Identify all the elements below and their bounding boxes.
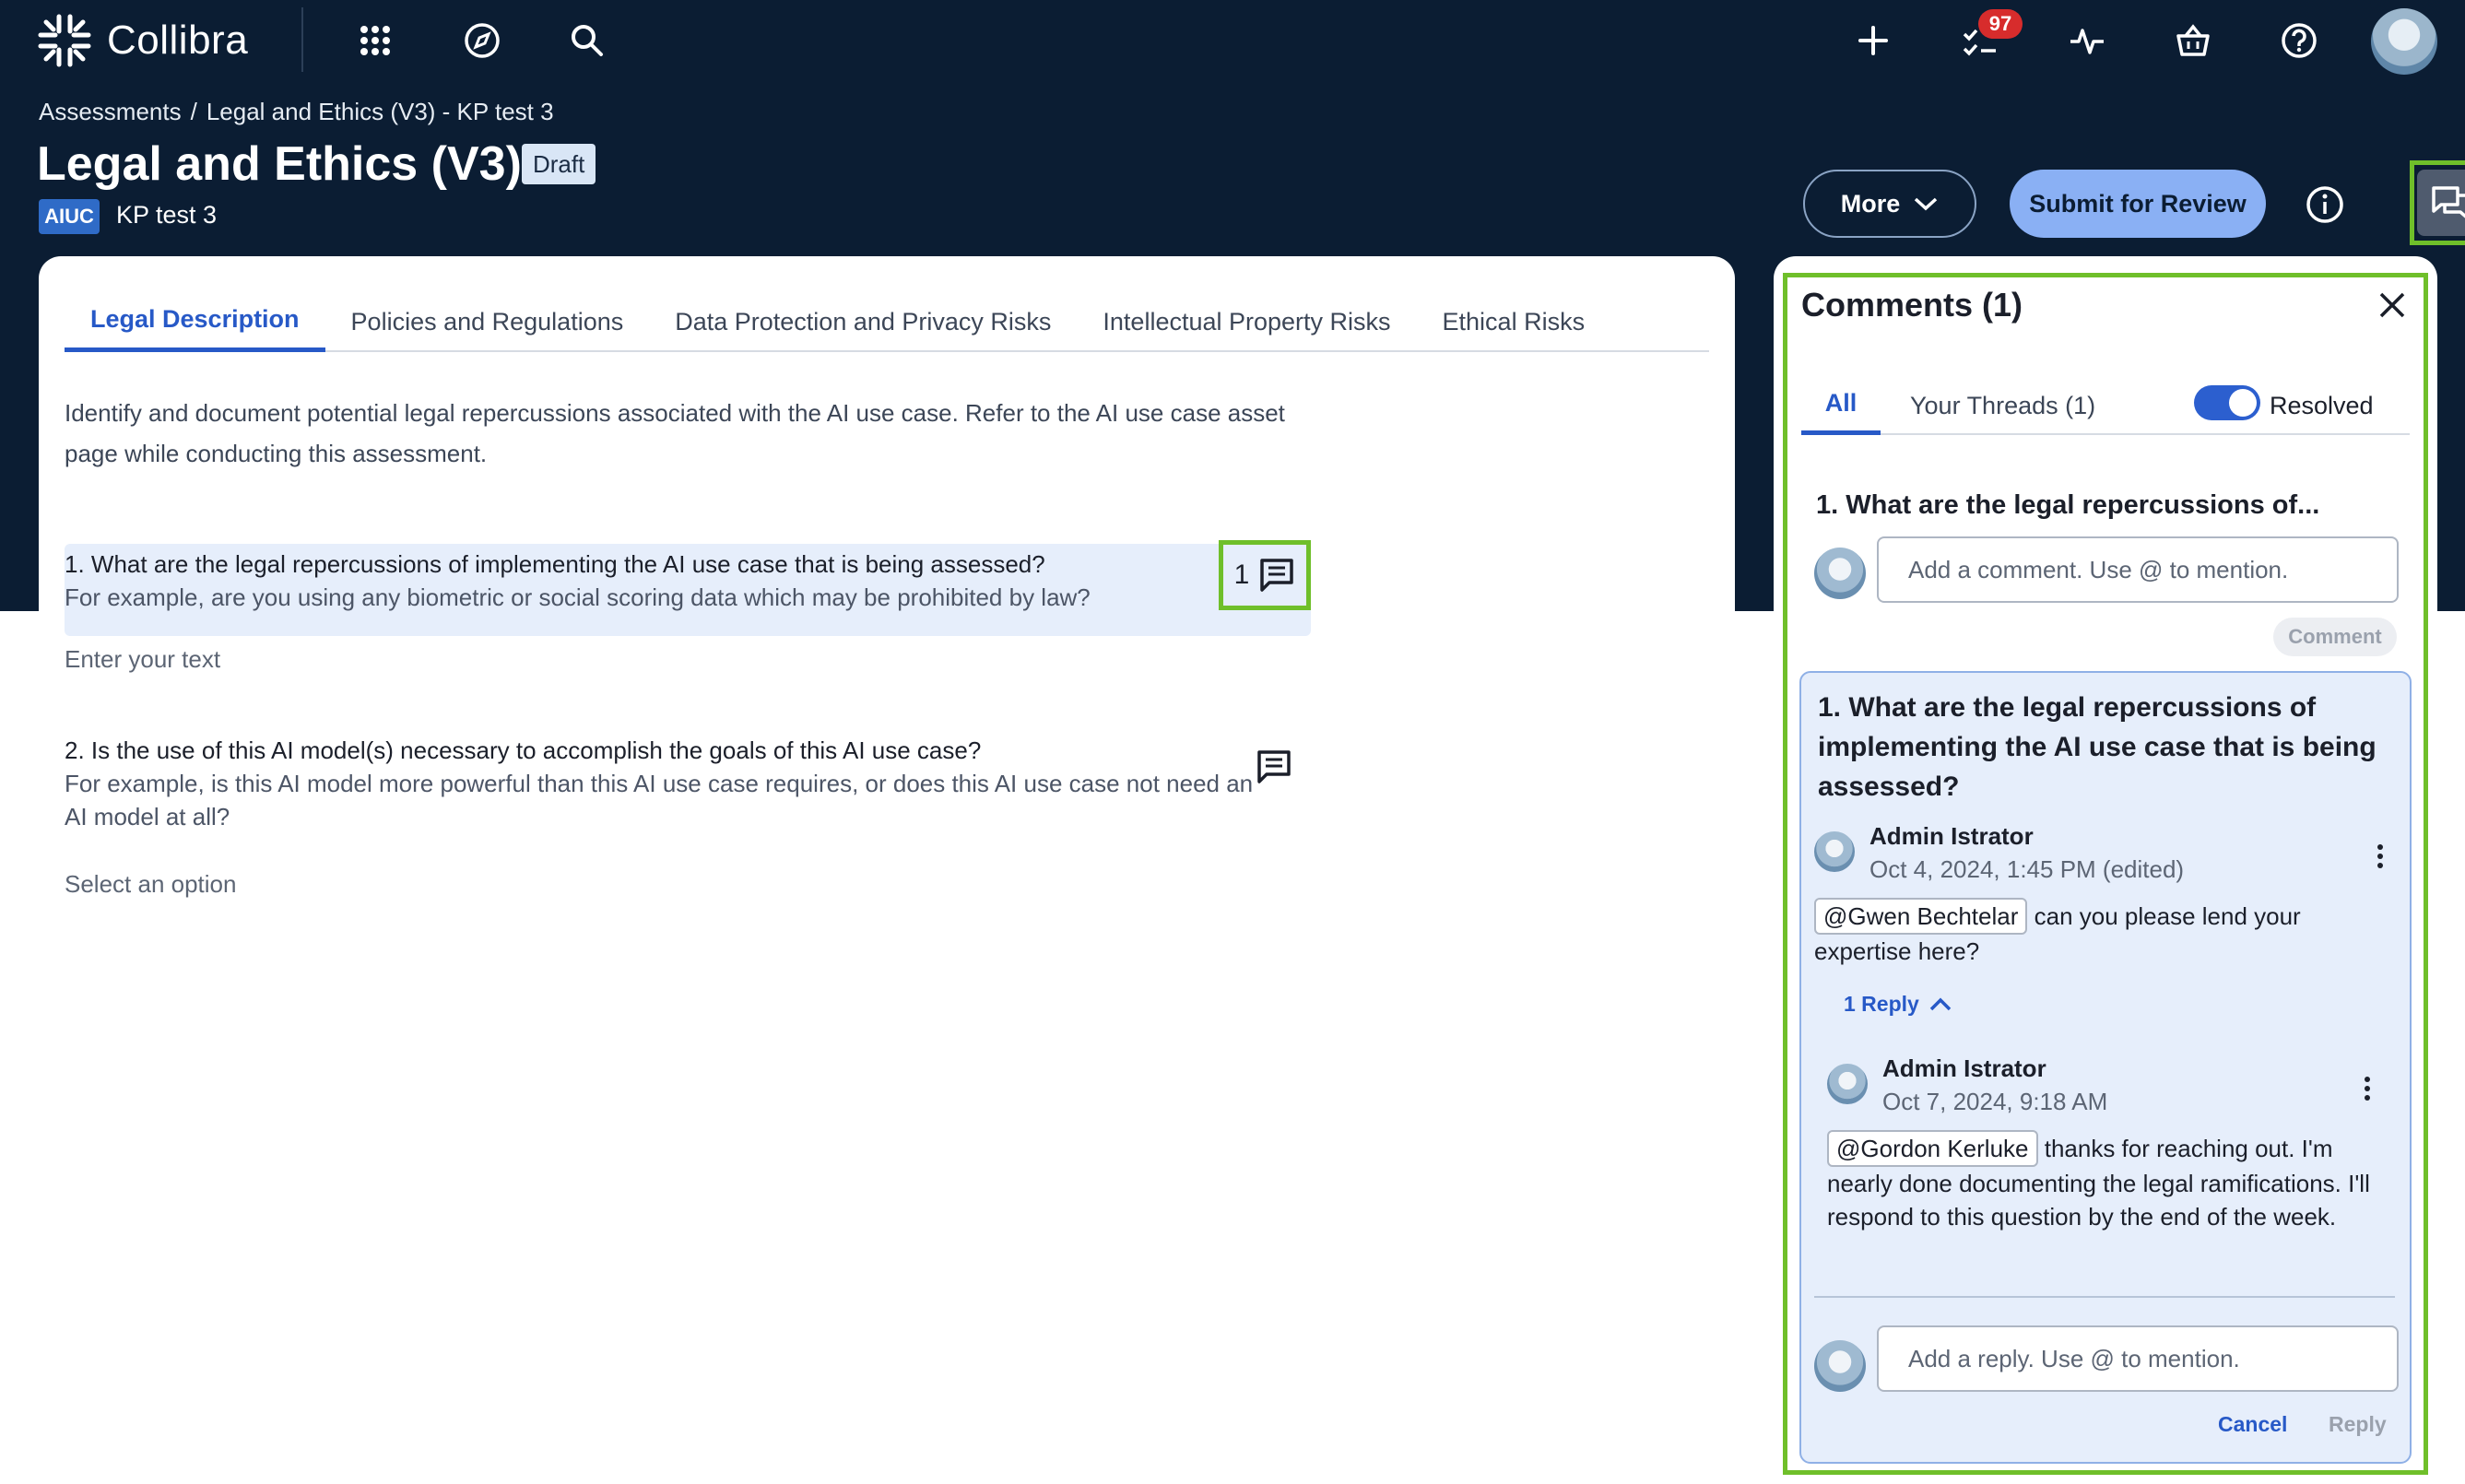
tasks-count-badge: 97 <box>1978 9 2023 39</box>
question-2-title: 2. Is the use of this AI model(s) necess… <box>65 736 982 764</box>
comments-toggle-button[interactable] <box>2410 160 2465 245</box>
comment-author: Admin Istrator <box>1869 822 2034 850</box>
resolved-toggle-label: Resolved <box>2270 391 2374 419</box>
avatar <box>1814 548 1866 599</box>
tab-intellectual-property[interactable]: Intellectual Property Risks <box>1077 291 1416 352</box>
breadcrumb-current: Legal and Ethics (V3) - KP test 3 <box>206 98 554 125</box>
thread-question: 1. What are the legal repercussions of i… <box>1818 692 2377 802</box>
reply-input[interactable]: Add a reply. Use @ to mention. <box>1877 1325 2399 1392</box>
plus-icon[interactable] <box>1851 18 1895 63</box>
basket-icon[interactable] <box>2171 18 2215 63</box>
tab-your-threads[interactable]: Your Threads (1) <box>1910 376 2095 435</box>
avatar <box>1814 831 1855 872</box>
app-name: Collibra <box>107 18 249 63</box>
reply-button[interactable]: Reply <box>2329 1412 2387 1437</box>
asset-name-link[interactable]: KP test 3 <box>116 201 217 230</box>
avatar <box>1814 1340 1866 1392</box>
info-icon[interactable] <box>2305 184 2345 225</box>
question-1-answer-input[interactable]: Enter your text <box>65 645 220 674</box>
activity-icon[interactable] <box>2065 18 2109 63</box>
question-1-help: For example, are you using any biometric… <box>65 583 1091 611</box>
breadcrumb-separator: / <box>190 98 197 125</box>
avatar <box>1827 1064 1868 1104</box>
apps-grid-icon[interactable] <box>353 18 397 63</box>
comment-thread: 1. What are the legal repercussions of i… <box>1799 671 2412 1464</box>
comment-icon <box>1260 559 1294 592</box>
mention-chip[interactable]: @Gordon Kerluke <box>1827 1130 2038 1167</box>
nav-divider <box>301 7 303 72</box>
close-icon[interactable] <box>2373 286 2412 324</box>
tab-data-protection[interactable]: Data Protection and Privacy Risks <box>649 291 1077 352</box>
cancel-button[interactable]: Cancel <box>2218 1412 2287 1437</box>
question-2-select[interactable]: Select an option <box>65 870 236 899</box>
chevron-down-icon <box>1915 197 1938 211</box>
replies-toggle-label: 1 Reply <box>1844 992 1919 1016</box>
tab-all-comments[interactable]: All <box>1801 376 1881 435</box>
compass-icon[interactable] <box>460 18 504 63</box>
more-button[interactable]: More <box>1803 170 1976 238</box>
chevron-up-icon <box>1929 997 1952 1010</box>
mention-chip[interactable]: @Gwen Bechtelar <box>1814 898 2028 935</box>
comment-button[interactable]: Comment <box>2273 618 2397 656</box>
help-icon[interactable] <box>2277 18 2321 63</box>
breadcrumb-root[interactable]: Assessments <box>39 98 182 126</box>
reply-more-icon[interactable] <box>2364 1075 2371 1102</box>
assessment-tabs: Legal Description Policies and Regulatio… <box>65 291 1709 352</box>
replies-toggle[interactable]: 1 Reply <box>1844 992 1952 1017</box>
comment-more-icon[interactable] <box>2377 842 2384 870</box>
submit-for-review-button[interactable]: Submit for Review <box>2010 170 2266 238</box>
resolved-toggle[interactable] <box>2194 385 2260 420</box>
user-avatar[interactable] <box>2371 8 2437 75</box>
thread-divider <box>1814 1296 2395 1298</box>
assessment-card: Legal Description Policies and Regulatio… <box>39 256 1735 1484</box>
comments-title: Comments (1) <box>1801 286 2023 324</box>
question-1-comment-count: 1 <box>1233 559 1250 590</box>
question-2-comment-icon[interactable] <box>1256 748 1298 791</box>
reply-body: @Gordon Kerluke thanks for reaching out.… <box>1827 1130 2380 1233</box>
search-icon[interactable] <box>565 18 609 63</box>
question-2: 2. Is the use of this AI model(s) necess… <box>65 734 1263 833</box>
reply-author: Admin Istrator <box>1882 1054 2046 1082</box>
question-2-help: For example, is this AI model more power… <box>65 770 1254 830</box>
comment-timestamp: Oct 4, 2024, 1:45 PM (edited) <box>1869 855 2185 883</box>
status-badge: Draft <box>522 144 596 184</box>
comments-tabs: All Your Threads (1) Resolved <box>1801 376 2410 435</box>
breadcrumb: Assessments / Legal and Ethics (V3) - KP… <box>39 98 554 126</box>
tab-ethical-risks[interactable]: Ethical Risks <box>1417 291 1611 352</box>
top-navigation: Collibra 97 <box>0 0 2465 83</box>
question-1: 1. What are the legal repercussions of i… <box>65 548 1208 614</box>
reply-timestamp: Oct 7, 2024, 9:18 AM <box>1882 1088 2108 1115</box>
page-title: Legal and Ethics (V3) <box>37 137 522 191</box>
question-1-highlight: 1. What are the legal repercussions of i… <box>65 544 1311 636</box>
collibra-logo-icon <box>38 14 91 67</box>
collibra-logo[interactable]: Collibra <box>37 13 248 68</box>
section-description: Identify and document potential legal re… <box>65 399 1285 467</box>
question-1-title: 1. What are the legal repercussions of i… <box>65 550 1045 578</box>
tab-policies-and-regulations[interactable]: Policies and Regulations <box>325 291 650 352</box>
comment-body: @Gwen Bechtelar can you please lend your… <box>1814 898 2367 968</box>
comments-icon <box>2417 170 2465 236</box>
tab-legal-description[interactable]: Legal Description <box>65 291 325 352</box>
new-comment-input[interactable]: Add a comment. Use @ to mention. <box>1877 536 2399 603</box>
more-button-label: More <box>1840 189 1901 218</box>
asset-type-badge: AIUC <box>39 199 100 234</box>
comment-question-heading: 1. What are the legal repercussions of..… <box>1816 490 2320 520</box>
question-1-comments-button[interactable]: 1 <box>1219 540 1311 610</box>
